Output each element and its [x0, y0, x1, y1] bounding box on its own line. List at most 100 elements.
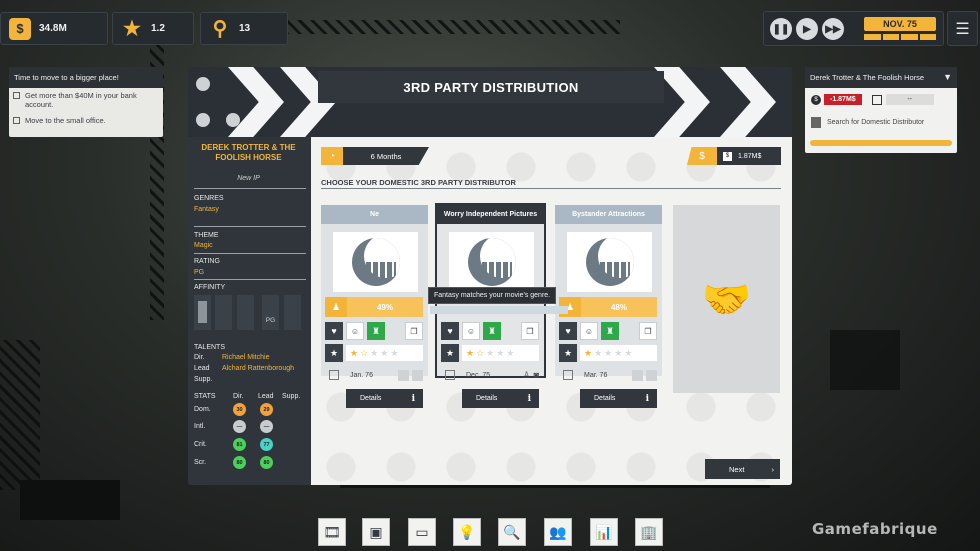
lightbulb-icon: 💡: [458, 523, 476, 540]
heart-icon: ♥: [325, 322, 343, 340]
checkbox-icon: [13, 92, 20, 99]
week-progress: [864, 34, 936, 40]
dollar-icon: $: [9, 17, 31, 40]
clock-icon: ◔: [321, 147, 343, 165]
clapper-hinge: [196, 77, 210, 91]
stage-truss: [260, 20, 620, 34]
project-task-panel[interactable]: Derek Trotter & The Foolish Horse ▼ $ -1.…: [805, 67, 957, 153]
stat-row-label: Intl.: [194, 423, 206, 430]
objective-item: Move to the small office.: [9, 110, 163, 125]
collapse-icon[interactable]: ▼: [943, 72, 952, 82]
fast-forward-button[interactable]: ▶▶: [822, 18, 844, 40]
dock-search-button[interactable]: 🔍: [498, 518, 526, 546]
details-button[interactable]: Details i: [580, 389, 657, 408]
objectives-title: Time to move to a bigger place!: [9, 67, 163, 88]
chevron-right-icon: ›: [771, 464, 775, 474]
dock-building-button[interactable]: 🏢: [635, 518, 663, 546]
copy-icon: ❐: [521, 322, 539, 340]
rating-chip[interactable]: ★ 1.2: [112, 12, 194, 45]
audience-icon: ♟: [325, 297, 347, 317]
stats-label: STATS: [194, 393, 216, 400]
cost-badge: $ $1.87M$: [687, 147, 781, 165]
dock-stats-button[interactable]: 📊: [590, 518, 618, 546]
dock-tv-button[interactable]: ▭: [408, 518, 436, 546]
award-icon: [198, 301, 207, 323]
task-cost-row: $ -1.87M$ --: [811, 94, 934, 105]
distributor-logo: [333, 232, 418, 292]
star-icon: ★: [325, 344, 343, 362]
dock-staff-button[interactable]: 👥: [544, 518, 572, 546]
stage-equipment: [20, 480, 120, 520]
clapper-stripe: [720, 67, 776, 137]
stage-truss: [0, 340, 40, 490]
release-date: Jan. 76: [350, 371, 373, 379]
details-button[interactable]: Details i: [346, 389, 423, 408]
duration-value: 6 Months: [343, 147, 429, 165]
pause-button[interactable]: ❚❚: [770, 18, 792, 40]
movie-info-sidebar: DEREK TROTTER & THE FOOLISH HORSE New IP …: [188, 137, 309, 485]
affinity-slot: PG: [262, 295, 279, 330]
distributor-card[interactable]: Bystander Attractions ♟ 48% ♥ ☺ ♜ ❐ ★ ★ ★ ★ ★ ★ …: [555, 205, 662, 408]
stats-col-dir: Dir.: [233, 393, 244, 400]
clapper-stripe: [228, 67, 284, 137]
supp-label: Supp.: [194, 376, 213, 383]
money-chip[interactable]: $ 34.8M: [0, 12, 108, 45]
dock-ideas-button[interactable]: 💡: [453, 518, 481, 546]
affinity-slot: [284, 295, 301, 330]
task-cost: -1.87M$: [824, 94, 862, 105]
info-icon: i: [527, 393, 531, 404]
info-icon: i: [645, 393, 649, 404]
clapperboard-header: 3RD PARTY DISTRIBUTION: [188, 67, 792, 137]
stat-row-label: Scr.: [194, 459, 207, 466]
objective-item: Get more than $40M in your bank account.: [9, 88, 163, 110]
distributor-name: Bystander Attractions: [555, 205, 662, 224]
stat-scr-dir: 80: [233, 456, 246, 469]
dock-scripts-button[interactable]: ▣: [362, 518, 390, 546]
research-chip[interactable]: ⚲ 13: [200, 12, 288, 45]
stat-dom-lead: 29: [260, 403, 273, 416]
lead-label: Lead: [194, 365, 210, 372]
distributor-card[interactable]: Ne ♟ 49% ♥ ☺ ♜ ❐ ★ ★ ☆ ★ ★ ★ Jan. 76 Details i: [321, 205, 428, 408]
film-icon: 🎞: [323, 523, 341, 540]
task-status: Search for Domestic Distributor: [827, 119, 925, 126]
distributor-logo: [567, 232, 652, 292]
stat-scr-lead: 80: [260, 456, 273, 469]
affinity-slot: [194, 295, 211, 330]
camera-icon: ◙: [533, 370, 539, 380]
search-doc-icon: [811, 117, 821, 128]
dir-label: Dir.: [194, 354, 205, 361]
quality-row: ★ ★ ★ ★ ★ ★: [559, 344, 657, 362]
search-icon: 🔍: [503, 523, 521, 540]
quality-stars: ★ ☆ ★ ★ ★: [346, 345, 423, 361]
stat-intl-dir: —: [233, 420, 246, 433]
release-row: Mar. 76: [559, 366, 657, 384]
heart-icon: ♥: [559, 322, 577, 340]
details-button[interactable]: Details i: [462, 389, 539, 408]
calendar-icon: [563, 370, 573, 380]
empty-distributor-slot: 🤝: [673, 205, 780, 393]
genre-match-row: ♥ ☺ ♜ ❐: [441, 322, 539, 340]
stat-intl-lead: —: [260, 420, 273, 433]
stat-row-label: Crit.: [194, 441, 207, 448]
moon-city-icon: [467, 238, 516, 286]
watermark: Gamefabrique: [812, 520, 938, 538]
genres-label: GENRES: [194, 195, 224, 202]
clapper-hinge: [196, 113, 210, 127]
distribution-window: 3RD PARTY DISTRIBUTION DEREK TROTTER & T…: [188, 67, 792, 485]
play-button[interactable]: ▶: [796, 18, 818, 40]
movie-title: DEREK TROTTER & THE FOOLISH HORSE: [201, 143, 296, 163]
research-value: 13: [239, 23, 251, 34]
dock-production-button[interactable]: 🎞: [318, 518, 346, 546]
star-icon: ★: [441, 344, 459, 362]
next-button[interactable]: Next ›: [705, 459, 780, 479]
genre-tooltip: Fantasy matches your movie's genre.: [428, 287, 557, 304]
genre-match-icon: ♜: [601, 322, 619, 340]
affinity-slot: [215, 295, 232, 330]
hamburger-icon: ☰: [955, 20, 970, 38]
divider: [194, 279, 306, 280]
rating-value: 1.2: [151, 23, 165, 34]
main-menu-button[interactable]: ☰: [947, 11, 978, 46]
clapper-hinge: [226, 113, 240, 127]
cost-symbol-icon: $: [723, 151, 732, 161]
stat-crit-lead: 77: [260, 438, 273, 451]
